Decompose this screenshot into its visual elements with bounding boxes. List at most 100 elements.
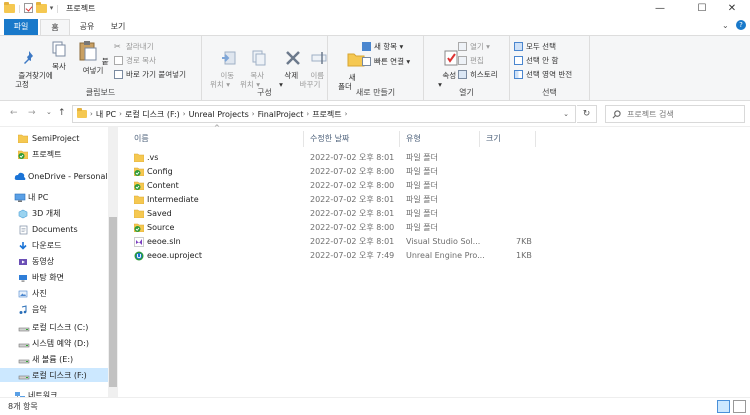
select-none-button[interactable]: 선택 안 함 [514,55,558,66]
file-row[interactable]: Content 2022-07-02 오후 8:00 파일 폴더 [124,179,574,193]
file-row[interactable]: Intermediate 2022-07-02 오후 8:01 파일 폴더 [124,193,574,207]
navigation-bar: ← → ⌄ ↑ › 내 PC › 로컬 디스크 (F:) › Unreal Pr… [0,101,750,127]
back-arrow-icon[interactable]: ← [10,108,18,118]
scissors-icon: ✂ [114,42,121,51]
paste-button[interactable]: 붙여넣기 [76,40,110,75]
rename-icon [311,52,327,64]
large-icons-view-button[interactable] [733,400,746,413]
column-header-name[interactable]: 이름 [128,131,304,147]
column-header-size[interactable]: 크기 [480,131,536,147]
nav-item-15[interactable]: 네트워크 [0,388,108,397]
nav-item-14[interactable]: 로컬 디스크 (F:) [0,368,108,382]
new-folder-icon[interactable] [35,1,47,13]
help-icon[interactable]: ? [736,20,746,30]
breadcrumb-unreal-projects[interactable]: Unreal Projects [189,110,249,119]
paste-shortcut-button[interactable]: 바로 가기 붙여넣기 [114,69,186,80]
file-modified-date: 2022-07-02 오후 8:01 [310,237,395,246]
refresh-button[interactable]: ↻ [577,105,597,123]
breadcrumb-final-project[interactable]: FinalProject [258,110,304,119]
ribbon: 즐겨찾기에 고정 복사 붙여넣기 ✂ 잘라내기 경로 복사 바로 가기 붙여넣기… [0,35,750,101]
nav-item-3[interactable]: 내 PC [0,190,108,204]
file-modified-date: 2022-07-02 오후 8:01 [310,153,395,162]
unreal-project-icon [134,251,144,261]
navigation-pane-scrollbar[interactable] [108,127,118,397]
tab-share[interactable]: 공유 [76,19,98,35]
select-all-icon [514,42,523,51]
details-view-button[interactable] [717,400,730,413]
folder-icon[interactable] [4,1,15,13]
search-box[interactable]: 프로젝트 검색 [605,105,745,123]
folder-sync-icon [133,167,145,177]
nav-item-5[interactable]: Documents [0,222,108,236]
select-group-label: 선택 [542,88,557,97]
breadcrumb-drive-f[interactable]: 로컬 디스크 (F:) [125,109,180,120]
drive-icon [18,339,30,348]
tab-view[interactable]: 보기 [107,19,129,35]
nav-item-label: 3D 개체 [32,208,61,218]
file-name: Content [147,181,179,190]
folder-sync-icon [133,181,145,191]
nav-item-2[interactable]: OneDrive - Personal [0,169,108,183]
select-all-button[interactable]: 모두 선택 [514,41,556,52]
file-name: Intermediate [147,195,199,204]
file-row[interactable]: .vs 2022-07-02 오후 8:01 파일 폴더 [124,151,574,165]
column-header-modified[interactable]: 수정한 날짜 [304,131,400,147]
nav-item-13[interactable]: 새 볼륨 (E:) [0,352,108,366]
file-row[interactable]: Saved 2022-07-02 오후 8:01 파일 폴더 [124,207,574,221]
new-item-button[interactable]: 새 항목 ▾ [362,41,403,52]
nav-item-10[interactable]: 음악 [0,302,108,316]
title-bar: | ▾ | 프로젝트 — ☐ ✕ [0,0,750,18]
folder-icon [133,209,145,219]
folder-icon [17,134,29,143]
file-row[interactable]: eeoe.sln 2022-07-02 오후 8:01 Visual Studio … [124,235,574,249]
nav-item-12[interactable]: 시스템 예약 (D:) [0,336,108,350]
tab-file[interactable]: 파일 [4,19,38,35]
collapse-ribbon-icon[interactable]: ⌄ [722,21,729,30]
file-name: eeoe.uproject [147,251,203,260]
nav-item-9[interactable]: 사진 [0,286,108,300]
breadcrumb-project[interactable]: 프로젝트 [312,109,341,120]
cloud-icon [14,172,26,181]
file-row[interactable]: eeoe.uproject 2022-07-02 오후 7:49 Unreal En… [124,249,574,263]
nav-item-6[interactable]: 다운로드 [0,238,108,252]
history-button[interactable]: 히스토리 [458,69,498,80]
file-row[interactable]: Config 2022-07-02 오후 8:00 파일 폴더 [124,165,574,179]
close-button[interactable]: ✕ [714,0,750,18]
nav-item-0[interactable]: SemiProject [0,131,108,145]
cube-icon [18,209,28,218]
nav-item-label: 로컬 디스크 (C:) [32,322,89,332]
breadcrumb-pc[interactable]: 내 PC [96,109,116,120]
nav-item-4[interactable]: 3D 개체 [0,206,108,220]
file-row[interactable]: Source 2022-07-02 오후 8:00 파일 폴더 [124,221,574,235]
scrollbar-thumb[interactable] [109,217,117,387]
copy-path-button[interactable]: 경로 복사 [114,55,156,66]
customize-toolbar-icon[interactable]: ▾ [50,4,54,12]
address-bar[interactable]: › 내 PC › 로컬 디스크 (F:) › Unreal Projects ›… [72,105,576,123]
address-dropdown-icon[interactable]: ⌄ [563,110,569,118]
nav-item-7[interactable]: 동영상 [0,254,108,268]
open-button[interactable]: 열기 ▾ [458,41,490,52]
tab-home[interactable]: 홈 [40,19,70,35]
nav-item-1[interactable]: 프로젝트 [0,147,108,161]
file-name: Config [147,167,173,176]
copy-button[interactable]: 복사 [46,40,72,71]
nav-item-11[interactable]: 로컬 디스크 (C:) [0,320,108,334]
status-bar: 8개 항목 [0,397,750,415]
minimize-button[interactable]: — [642,0,678,18]
edit-button[interactable]: 편집 [458,55,484,66]
nav-item-label: 동영상 [32,256,55,266]
nav-item-8[interactable]: 바탕 화면 [0,270,108,284]
forward-arrow-icon[interactable]: → [28,108,36,118]
organize-group-label: 구성 [257,88,272,97]
nav-item-label: 음악 [32,304,47,314]
cut-button[interactable]: ✂ 잘라내기 [114,41,154,52]
file-type: 파일 폴더 [406,223,438,232]
recent-locations-icon[interactable]: ⌄ [46,108,52,116]
up-arrow-icon[interactable]: ↑ [58,108,66,118]
easy-access-button[interactable]: 빠른 연결 ▾ [362,56,410,67]
quick-access-toolbar: | ▾ | [4,1,59,13]
folder-sync-icon [17,150,29,159]
column-header-type[interactable]: 유형 [400,131,480,147]
properties-icon[interactable] [23,3,33,13]
invert-selection-button[interactable]: 선택 영역 반전 [514,69,572,80]
